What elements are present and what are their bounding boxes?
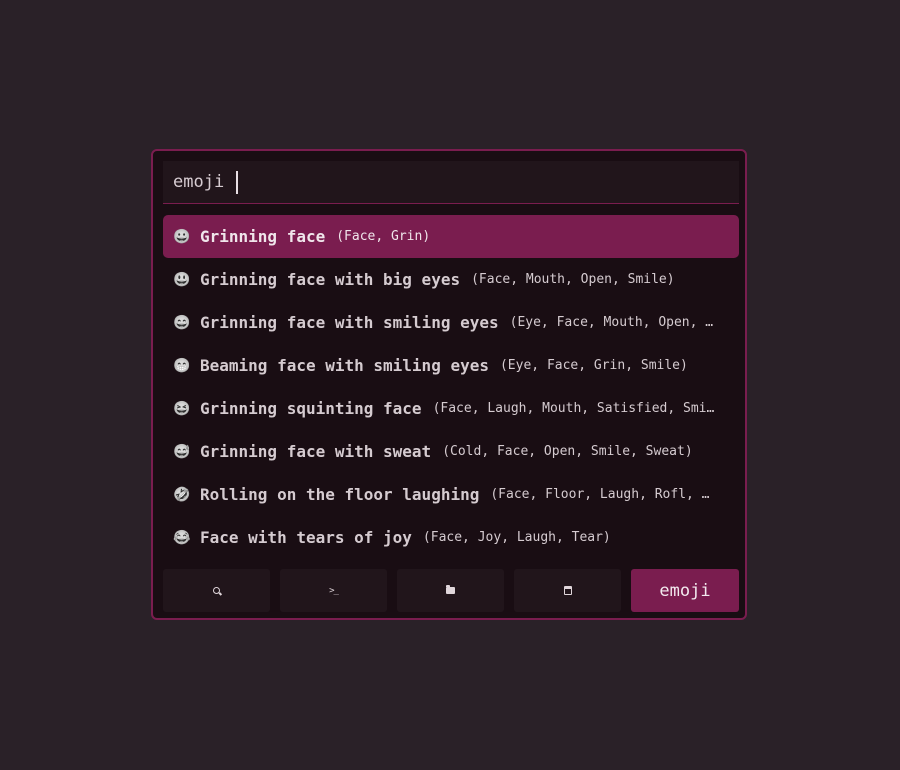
result-tags: (Face, Floor, Laugh, Rofl, … (490, 487, 710, 502)
result-tags: (Face, Joy, Laugh, Tear) (422, 530, 611, 545)
beaming-face-icon: 😁 (173, 357, 191, 374)
mode-search-button[interactable] (163, 569, 270, 612)
result-row[interactable]: 😂 Face with tears of joy (Face, Joy, Lau… (163, 516, 739, 559)
grinning-face-with-smiling-eyes-icon: 😄 (173, 314, 191, 331)
grinning-face-with-sweat-icon: 😅 (173, 443, 191, 460)
text-caret (236, 170, 239, 194)
result-title: Beaming face with smiling eyes (200, 356, 489, 375)
launcher-window: emoji 😀 Grinning face (Face, Grin) 😃 Gri… (151, 149, 747, 620)
mode-files-button[interactable] (397, 569, 504, 612)
mode-emoji-button[interactable]: emoji (631, 569, 739, 612)
result-tags: (Face, Laugh, Mouth, Satisfied, Smi… (432, 401, 715, 416)
grinning-face-with-big-eyes-icon: 😃 (173, 271, 191, 288)
result-title: Grinning face with sweat (200, 442, 432, 461)
result-tags: (Eye, Face, Mouth, Open, … (509, 315, 714, 330)
result-title: Grinning face (200, 227, 326, 246)
rolling-on-floor-laughing-icon: 🤣 (173, 486, 191, 503)
result-tags: (Face, Grin) (336, 229, 431, 244)
window-icon (563, 586, 572, 595)
mode-run-button[interactable]: >_ (280, 569, 387, 612)
result-title: Rolling on the floor laughing (200, 485, 480, 504)
result-tags: (Face, Mouth, Open, Smile) (471, 272, 675, 287)
result-title: Grinning face with smiling eyes (200, 313, 499, 332)
result-title: Face with tears of joy (200, 528, 412, 547)
search-icon (212, 586, 221, 595)
grinning-face-icon: 😀 (173, 228, 191, 245)
search-input[interactable]: emoji (173, 172, 234, 192)
folder-icon (446, 585, 455, 594)
grinning-squinting-face-icon: 😆 (173, 400, 191, 417)
face-with-tears-of-joy-icon: 😂 (173, 529, 191, 546)
results-list: 😀 Grinning face (Face, Grin) 😃 Grinning … (163, 215, 739, 559)
result-row[interactable]: 😃 Grinning face with big eyes (Face, Mou… (163, 258, 739, 301)
result-row[interactable]: 😄 Grinning face with smiling eyes (Eye, … (163, 301, 739, 344)
mode-windows-button[interactable] (514, 569, 621, 612)
result-row[interactable]: 😀 Grinning face (Face, Grin) (163, 215, 739, 258)
terminal-icon: >_ (329, 585, 339, 596)
mode-switcher: >_ emoji (163, 569, 739, 612)
result-row[interactable]: 🤣 Rolling on the floor laughing (Face, F… (163, 473, 739, 516)
result-row[interactable]: 😆 Grinning squinting face (Face, Laugh, … (163, 387, 739, 430)
result-tags: (Eye, Face, Grin, Smile) (499, 358, 688, 373)
result-tags: (Cold, Face, Open, Smile, Sweat) (442, 444, 693, 459)
result-title: Grinning squinting face (200, 399, 422, 418)
result-row[interactable]: 😁 Beaming face with smiling eyes (Eye, F… (163, 344, 739, 387)
result-row[interactable]: 😅 Grinning face with sweat (Cold, Face, … (163, 430, 739, 473)
result-title: Grinning face with big eyes (200, 270, 461, 289)
search-bar[interactable]: emoji (163, 161, 739, 204)
